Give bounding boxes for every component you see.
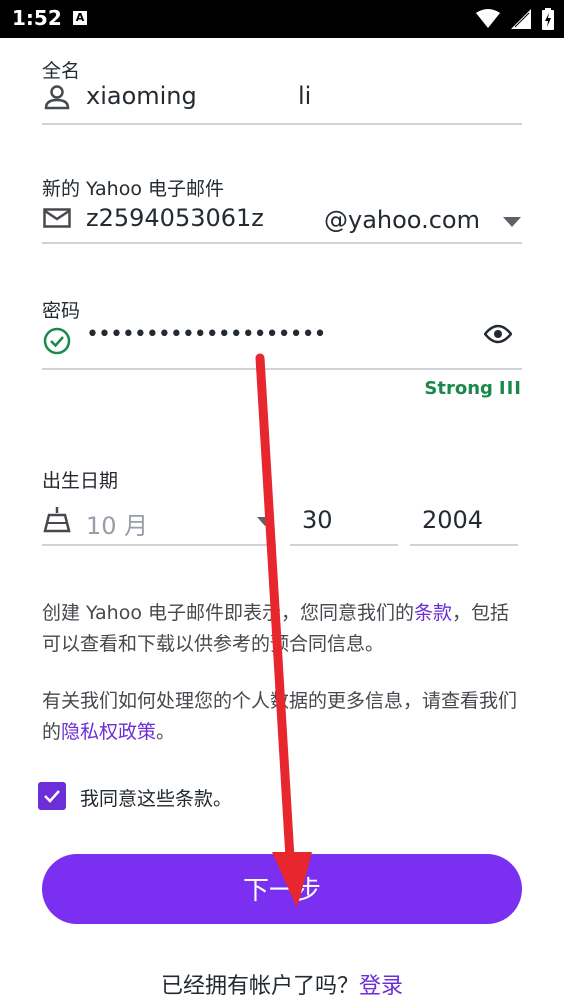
email-underline — [42, 242, 522, 244]
password-label: 密码 — [42, 300, 81, 322]
terms-text: 创建 Yahoo 电子邮件即表示，您同意我们的条款，包括可以查看和下载以供参考的… — [42, 598, 522, 660]
eye-icon[interactable] — [484, 324, 512, 344]
mail-icon — [43, 208, 71, 228]
month-chevron-down-icon[interactable] — [257, 517, 273, 526]
terms-text-prefix: 创建 Yahoo 电子邮件即表示，您同意我们的 — [42, 602, 415, 624]
chevron-down-icon[interactable] — [503, 217, 521, 227]
status-time: 1:52 — [12, 6, 62, 30]
email-domain-select[interactable]: @yahoo.com — [324, 206, 480, 234]
privacy-policy-link[interactable]: 隐私权政策 — [61, 721, 156, 743]
cell-signal-icon — [510, 9, 531, 29]
email-username-input[interactable]: z2594053061z — [86, 204, 264, 232]
birth-year-input[interactable]: 2004 — [422, 506, 483, 534]
password-input[interactable]: •••••••••••••••••••• — [86, 322, 327, 347]
year-underline — [410, 544, 518, 546]
agree-checkbox[interactable] — [38, 782, 66, 810]
login-prompt: 已经拥有帐户了吗？登录 — [0, 968, 564, 1000]
battery-icon — [542, 8, 554, 30]
first-name-input[interactable]: xiaoming — [86, 82, 197, 110]
login-prompt-text: 已经拥有帐户了吗？ — [160, 974, 359, 999]
terms-link[interactable]: 条款 — [414, 602, 452, 624]
strength-bars: III — [498, 378, 522, 399]
person-icon — [44, 85, 70, 110]
email-label: 新的 Yahoo 电子邮件 — [42, 178, 225, 200]
next-button[interactable]: 下一步 — [42, 854, 522, 924]
password-underline — [42, 368, 522, 370]
day-underline — [290, 544, 398, 546]
checkmark-icon — [44, 790, 60, 803]
status-bar: 1:52 A — [0, 0, 564, 38]
login-link[interactable]: 登录 — [359, 974, 403, 999]
privacy-text: 有关我们如何处理您的个人数据的更多信息，请查看我们的隐私权政策。 — [42, 686, 522, 748]
birth-month-select[interactable]: 10 月 — [86, 506, 148, 541]
password-strength-label: Strong — [424, 378, 493, 399]
cake-icon — [43, 507, 71, 533]
privacy-text-suffix: 。 — [156, 721, 176, 743]
system-icons — [470, 8, 554, 30]
wifi-icon — [475, 9, 500, 28]
password-strength-indicator: Strong III — [424, 378, 522, 399]
month-underline — [42, 544, 276, 546]
full-name-label: 全名 — [42, 60, 81, 82]
birth-day-input[interactable]: 30 — [302, 506, 333, 534]
notification-a-icon: A — [73, 11, 87, 25]
full-name-underline — [42, 123, 522, 125]
birthday-label: 出生日期 — [42, 470, 119, 492]
agree-label: 我同意这些条款。 — [80, 788, 233, 810]
check-circle-icon — [43, 327, 71, 355]
last-name-input[interactable]: li — [298, 82, 311, 110]
